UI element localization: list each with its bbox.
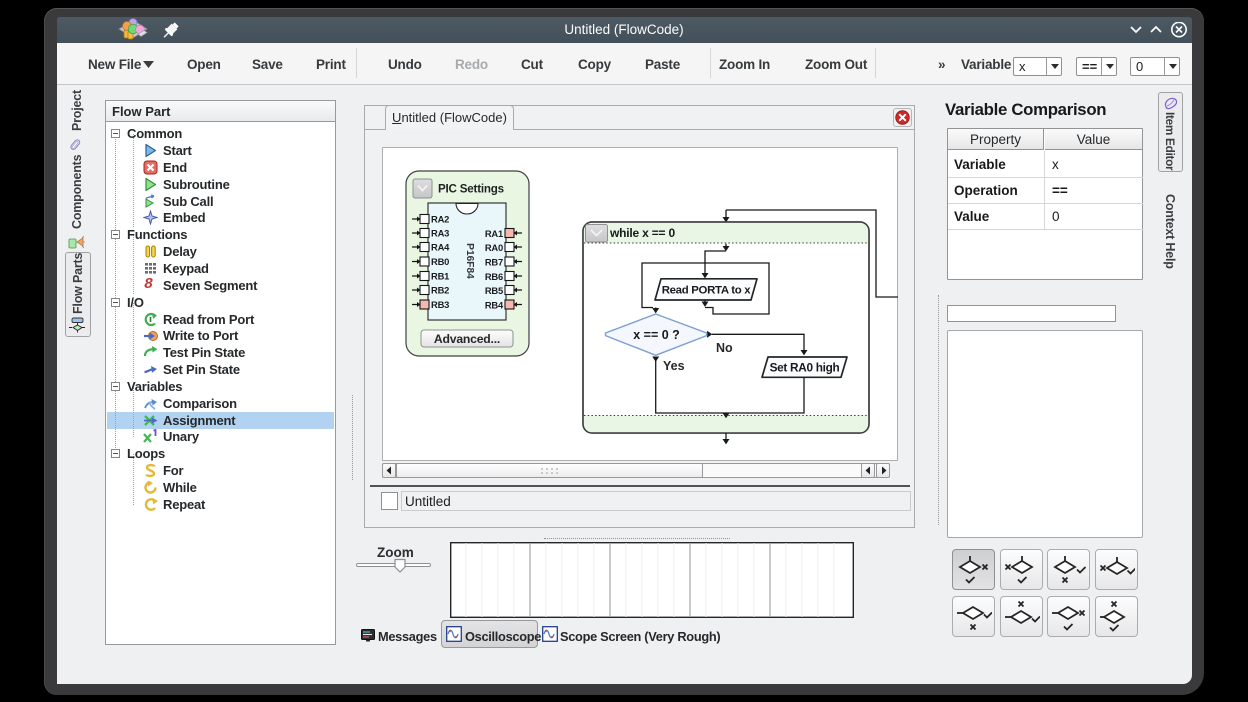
svg-text:RA4: RA4 bbox=[431, 242, 450, 253]
svg-text:No: No bbox=[716, 341, 733, 355]
svg-text:RB5: RB5 bbox=[485, 285, 503, 296]
svg-text:RA3: RA3 bbox=[431, 228, 449, 239]
svg-text:RA1: RA1 bbox=[485, 228, 503, 239]
svg-text:RB6: RB6 bbox=[485, 271, 503, 282]
svg-text:while x == 0: while x == 0 bbox=[609, 226, 675, 240]
svg-text:PIC Settings: PIC Settings bbox=[438, 183, 504, 196]
svg-text:RB1: RB1 bbox=[431, 271, 449, 282]
svg-text:P16F84: P16F84 bbox=[464, 243, 475, 279]
svg-text:RA0: RA0 bbox=[485, 242, 503, 253]
svg-text:x == 0 ?: x == 0 ? bbox=[633, 328, 680, 342]
svg-text:RA2: RA2 bbox=[431, 214, 449, 225]
svg-text:RB4: RB4 bbox=[485, 300, 504, 311]
svg-text:Set RA0 high: Set RA0 high bbox=[770, 361, 840, 375]
svg-text:Read PORTA to x: Read PORTA to x bbox=[662, 285, 751, 297]
svg-text:RB0: RB0 bbox=[431, 256, 449, 267]
svg-text:RB7: RB7 bbox=[485, 257, 503, 268]
svg-text:RB3: RB3 bbox=[431, 299, 449, 310]
svg-text:Yes: Yes bbox=[663, 359, 685, 373]
svg-text:Advanced...: Advanced... bbox=[434, 332, 500, 346]
svg-text:RB2: RB2 bbox=[431, 285, 449, 296]
